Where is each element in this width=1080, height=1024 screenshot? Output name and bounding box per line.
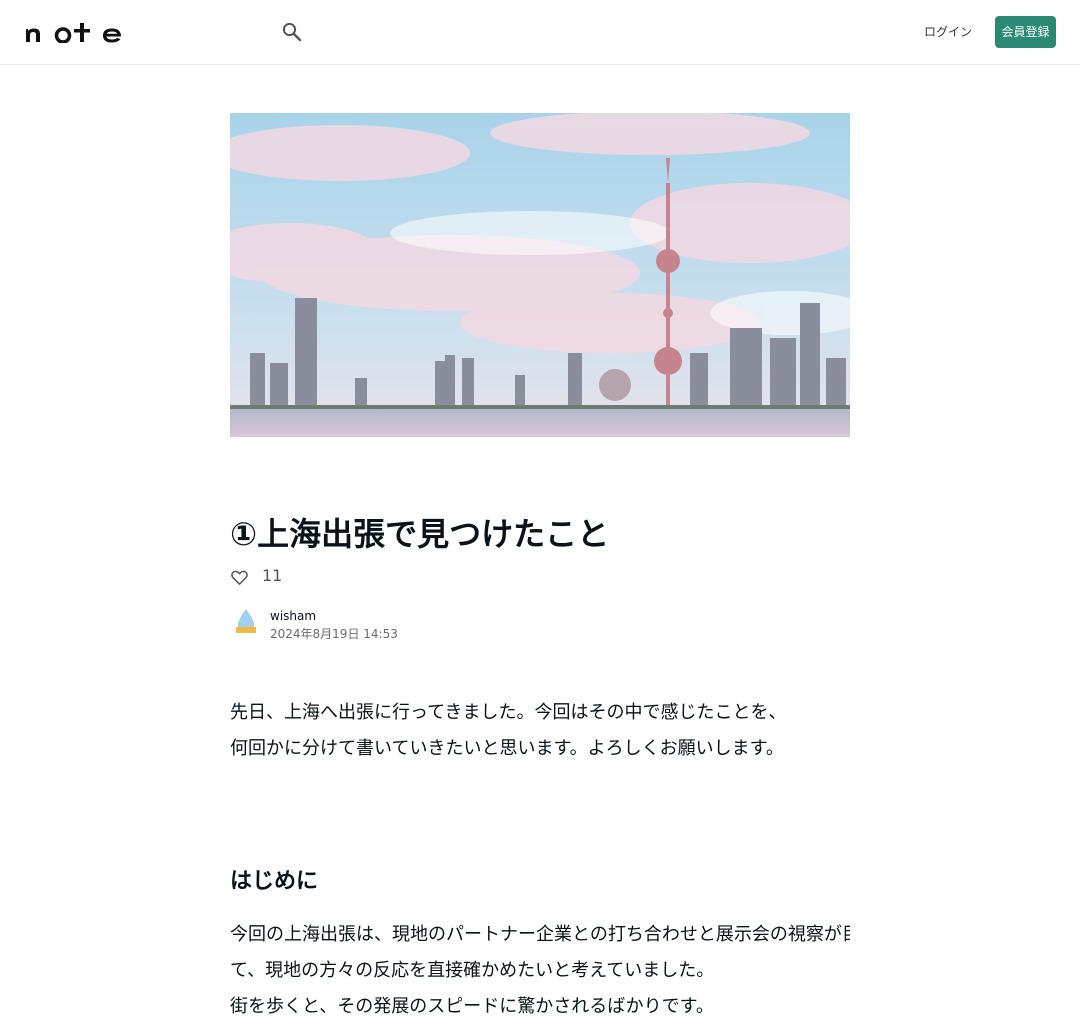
article-title: ①上海出張で見つけたこと [230, 515, 610, 553]
author-name[interactable]: wisham [270, 608, 316, 624]
intro-paragraph-line: 何回かに分けて書いていきたいと思います。よろしくお願いします。 [230, 738, 784, 759]
intro-paragraph-line: 先日、上海へ出張に行ってきました。今回はその中で感じたことを、 [230, 702, 787, 723]
hero-image [230, 113, 850, 437]
heart-icon[interactable] [230, 568, 249, 587]
section-paragraph-line: 街を歩くと、その発展のスピードに驚かされるばかりです。 [230, 996, 714, 1017]
like-count: 11 [262, 566, 283, 585]
section-paragraph-line: て、現地の方々の反応を直接確かめたいと考えていました。 [230, 960, 715, 981]
signup-button[interactable]: 会員登録 [995, 16, 1056, 48]
author-avatar[interactable] [230, 606, 262, 638]
note-logo[interactable] [24, 21, 122, 43]
site-header: ログイン 会員登録 [0, 0, 1080, 65]
section-paragraph-line: 今回の上海出張は、現地のパートナー企業との打ち合わせと展示会の視察が目的でした。… [230, 924, 850, 945]
post-date: 2024年8月19日 14:53 [270, 627, 398, 641]
login-link[interactable]: ログイン [922, 22, 974, 42]
search-icon[interactable] [282, 22, 302, 42]
section-heading: はじめに [230, 869, 319, 894]
